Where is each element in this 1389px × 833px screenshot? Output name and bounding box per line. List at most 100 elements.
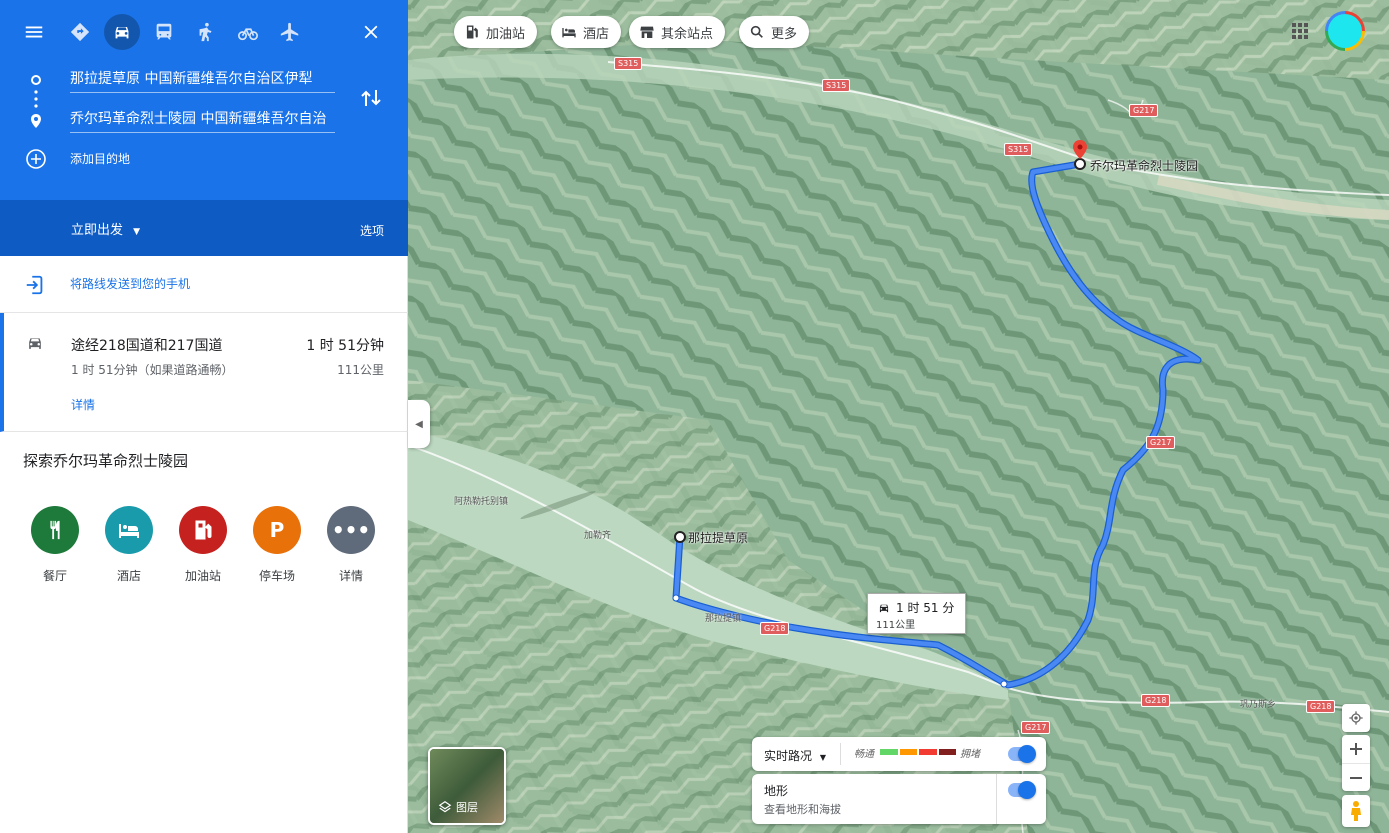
send-to-phone-label: 将路线发送到您的手机 xyxy=(70,277,191,291)
my-location-icon xyxy=(1349,711,1363,725)
mode-flight-button[interactable] xyxy=(272,14,308,50)
airplane-icon xyxy=(280,22,299,42)
car-icon xyxy=(115,26,129,39)
road-label: G217 xyxy=(1129,104,1159,117)
explore-more-button[interactable]: ••• 详情 xyxy=(321,506,381,584)
destination-input[interactable]: 乔尔玛革命烈士陵园 中国新疆维吾尔自治 xyxy=(70,107,335,133)
road-label: G218 xyxy=(1306,700,1336,713)
more-icon: ••• xyxy=(327,506,375,554)
gas-station-icon xyxy=(179,506,227,554)
walking-icon xyxy=(199,22,212,42)
explore-gas-button[interactable]: 加油站 xyxy=(173,506,233,584)
apps-grid-icon[interactable] xyxy=(1291,22,1309,40)
menu-icon xyxy=(25,26,43,38)
zoom-out-button[interactable] xyxy=(1342,763,1370,791)
mode-walking-button[interactable] xyxy=(188,14,224,50)
explore-label: 餐厅 xyxy=(42,569,67,583)
send-to-phone-row[interactable]: 将路线发送到您的手机 xyxy=(0,256,408,313)
road-label: S315 xyxy=(822,79,851,92)
directions-panel: 那拉提草原 中国新疆维吾尔自治区伊犁 乔尔玛革命烈士陵园 中国新疆维吾尔自治 添… xyxy=(0,0,408,833)
chip-other-stops[interactable]: 其余站点 xyxy=(629,16,726,48)
traffic-slow-label: 拥堵 xyxy=(960,749,980,760)
road-label: S315 xyxy=(1004,143,1033,156)
town-label: 加勒齐 xyxy=(584,531,612,541)
minus-icon xyxy=(1350,776,1362,779)
travel-mode-bar xyxy=(0,14,408,50)
chip-hotels[interactable]: 酒店 xyxy=(551,16,622,48)
caret-down-icon: ▼ xyxy=(133,227,141,237)
explore-parking-button[interactable]: P 停车场 xyxy=(247,506,307,584)
directions-icon xyxy=(70,22,90,42)
collapse-panel-button[interactable]: ◀ xyxy=(408,400,430,448)
explore-hotel-button[interactable]: 酒店 xyxy=(99,506,159,584)
layers-icon xyxy=(438,801,452,813)
swap-icon[interactable] xyxy=(360,86,382,110)
my-location-button[interactable] xyxy=(1342,704,1370,732)
town-label: 巩乃斯乡 xyxy=(1240,700,1277,710)
origin-map-label[interactable]: 那拉提草原 xyxy=(688,529,748,546)
street-view-pegman[interactable] xyxy=(1342,795,1370,827)
mode-best-button[interactable] xyxy=(62,14,98,50)
explore-restaurant-button[interactable]: 餐厅 xyxy=(25,506,85,584)
divider xyxy=(996,774,997,824)
mode-transit-button[interactable] xyxy=(146,14,182,50)
plus-icon xyxy=(1350,743,1362,755)
menu-button[interactable] xyxy=(16,14,52,50)
depart-bar: 立即出发 ▼ 选项 xyxy=(0,200,408,256)
car-icon xyxy=(879,604,889,612)
map-canvas[interactable]: 加油站 酒店 其余站点 更多 S315 S315 S315 G217 G217 … xyxy=(408,0,1389,833)
mode-cycling-button[interactable] xyxy=(230,14,266,50)
road-label: G218 xyxy=(1141,694,1171,707)
traffic-dropdown[interactable]: 实时路况 ▼ xyxy=(764,747,826,764)
explore-label: 停车场 xyxy=(258,569,295,583)
road-label: S315 xyxy=(614,57,643,70)
traffic-legend xyxy=(880,749,956,755)
store-icon xyxy=(640,26,654,38)
terrain-toggle[interactable] xyxy=(1008,781,1036,799)
explore-label: 酒店 xyxy=(116,569,141,583)
explore-title: 探索乔尔玛革命烈士陵园 xyxy=(23,452,189,470)
origin-input[interactable]: 那拉提草原 中国新疆维吾尔自治区伊犁 xyxy=(70,67,335,93)
car-icon xyxy=(29,338,41,349)
directions-header: 那拉提草原 中国新疆维吾尔自治区伊犁 乔尔玛革命烈士陵园 中国新疆维吾尔自治 添… xyxy=(0,0,408,200)
route-name: 途经218国道和217国道 xyxy=(71,338,223,354)
bicycle-icon xyxy=(238,28,258,41)
train-icon xyxy=(156,23,172,40)
zoom-in-button[interactable] xyxy=(1342,735,1370,763)
traffic-toggle[interactable] xyxy=(1008,745,1036,763)
road-label: G217 xyxy=(1021,721,1051,734)
hotel-icon xyxy=(105,506,153,554)
traffic-layer-card: 实时路况 ▼ 畅通 拥堵 xyxy=(752,737,1046,771)
layers-label: 图层 xyxy=(456,801,478,814)
terrain-label: 地形 xyxy=(764,784,789,798)
close-icon xyxy=(364,25,378,39)
route-info-bubble[interactable]: 1 时 51 分 111公里 xyxy=(867,593,966,634)
parking-icon: P xyxy=(253,506,301,554)
bubble-distance: 111公里 xyxy=(876,620,916,631)
chip-label: 酒店 xyxy=(583,26,610,42)
chip-label: 其余站点 xyxy=(661,26,714,42)
avatar-image xyxy=(1328,14,1362,48)
close-button[interactable] xyxy=(353,14,389,50)
depart-time-dropdown[interactable]: 立即出发 ▼ xyxy=(71,219,140,238)
mode-driving-button[interactable] xyxy=(104,14,140,50)
options-button[interactable]: 选项 xyxy=(360,222,384,239)
chip-more[interactable]: 更多 xyxy=(739,16,810,48)
terrain-layer-card: 地形 查看地形和海拔 xyxy=(752,774,1046,824)
town-label: 那拉提镇 xyxy=(705,614,742,624)
bubble-time: 1 时 51 分 xyxy=(896,601,955,615)
route-option[interactable]: 途经218国道和217国道 1 时 51分钟 1 时 51分钟（如果道路通畅） … xyxy=(0,313,408,432)
route-time: 1 时 51分钟 xyxy=(306,338,384,354)
add-destination-button[interactable]: 添加目的地 xyxy=(70,150,130,167)
chip-gas-stations[interactable]: 加油站 xyxy=(454,16,538,48)
explore-label: 详情 xyxy=(338,569,363,583)
route-distance: 111公里 xyxy=(337,363,384,377)
waypoint-markers xyxy=(26,75,46,169)
destination-map-label[interactable]: 乔尔玛革命烈士陵园 xyxy=(1090,157,1198,174)
chip-label: 更多 xyxy=(771,26,798,42)
road-label: G218 xyxy=(760,622,790,635)
route-details-link[interactable]: 详情 xyxy=(71,396,95,413)
account-avatar[interactable] xyxy=(1325,11,1365,51)
restaurant-icon xyxy=(31,506,79,554)
layers-button[interactable]: 图层 xyxy=(428,747,506,825)
